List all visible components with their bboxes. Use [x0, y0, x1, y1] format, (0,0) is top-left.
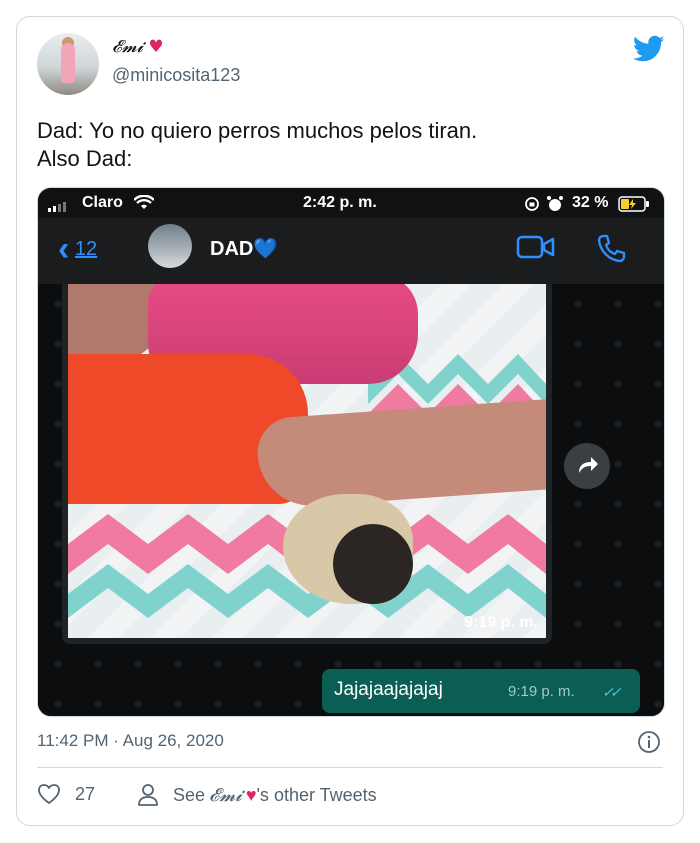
avatar[interactable] — [37, 33, 99, 95]
signal-icon — [48, 199, 68, 217]
photo-pug-face — [333, 524, 413, 604]
forward-button[interactable] — [564, 443, 610, 489]
contact-heart: 💙 — [253, 238, 279, 260]
phone-status-bar: Claro 2:42 p. m. 32 % — [38, 188, 664, 218]
back-button[interactable]: ‹ 12 — [58, 230, 97, 269]
see-suffix: 's other Tweets — [256, 784, 377, 805]
message-text: Jajajaajajajaj — [334, 679, 443, 700]
message-photo[interactable] — [68, 284, 546, 638]
contact-name[interactable]: DAD💙 — [210, 236, 278, 261]
message-time: 9:19 p. m. — [508, 683, 575, 700]
phone-call-icon[interactable] — [595, 232, 627, 264]
see-prefix: See — [173, 784, 206, 805]
chat-header: ‹ 12 DAD💙 — [38, 218, 664, 284]
like-count: 27 — [75, 783, 96, 804]
see-name: 𝓔𝓶𝓲 — [209, 784, 242, 806]
orientation-lock-icon — [525, 197, 539, 211]
read-ticks-icon: ✓✓ — [602, 684, 622, 700]
photo-message[interactable]: 9:19 p. m. — [62, 284, 552, 644]
person-icon — [138, 784, 158, 806]
forward-arrow-icon — [579, 457, 598, 473]
display-name[interactable]: 𝓔𝓶𝓲 ♥ — [112, 37, 164, 57]
heart-outline-icon — [38, 784, 60, 804]
wifi-icon — [134, 195, 154, 209]
like-button[interactable]: 27 — [37, 783, 95, 805]
see-heart: ♥ — [245, 784, 257, 805]
divider — [37, 767, 663, 768]
see-other-tweets-link[interactable]: See 𝓔𝓶𝓲 ♥ 's other Tweets — [137, 783, 377, 807]
battery-icon — [618, 196, 649, 212]
user-handle[interactable]: @minicosita123 — [112, 65, 240, 86]
avatar-figure-dress — [61, 43, 75, 83]
chevron-left-icon: ‹ — [58, 230, 70, 268]
name-heart: ♥ — [148, 37, 164, 57]
video-call-icon[interactable] — [516, 234, 556, 260]
twitter-bird-icon[interactable] — [632, 35, 665, 68]
contact-avatar[interactable] — [148, 224, 192, 268]
carrier-label: Claro — [82, 194, 123, 211]
tweet-card: 𝓔𝓶𝓲 ♥ @minicosita123 Dad: Yo no quiero p… — [16, 16, 684, 826]
contact-name-text: DAD — [210, 238, 254, 260]
outgoing-message[interactable]: Jajajaajajajaj 9:19 p. m. ✓✓ — [322, 669, 640, 713]
photo-message-time: 9:19 p. m. — [464, 614, 538, 631]
tweet-text: Dad: Yo no quiero perros muchos pelos ti… — [37, 118, 478, 171]
battery-percent: 32 % — [572, 194, 609, 211]
tweet-timestamp[interactable]: 11:42 PM · Aug 26, 2020 — [37, 731, 224, 751]
display-name-text: 𝓔𝓶𝓲 — [112, 37, 143, 57]
photo-pug — [283, 494, 413, 604]
status-time: 2:42 p. m. — [303, 194, 377, 211]
alarm-icon — [547, 196, 563, 211]
info-icon[interactable] — [637, 730, 661, 754]
unread-count: 12 — [74, 238, 98, 260]
tweet-media[interactable]: Claro 2:42 p. m. 32 % ‹ 12 DAD💙 9:19 p. … — [37, 187, 665, 717]
